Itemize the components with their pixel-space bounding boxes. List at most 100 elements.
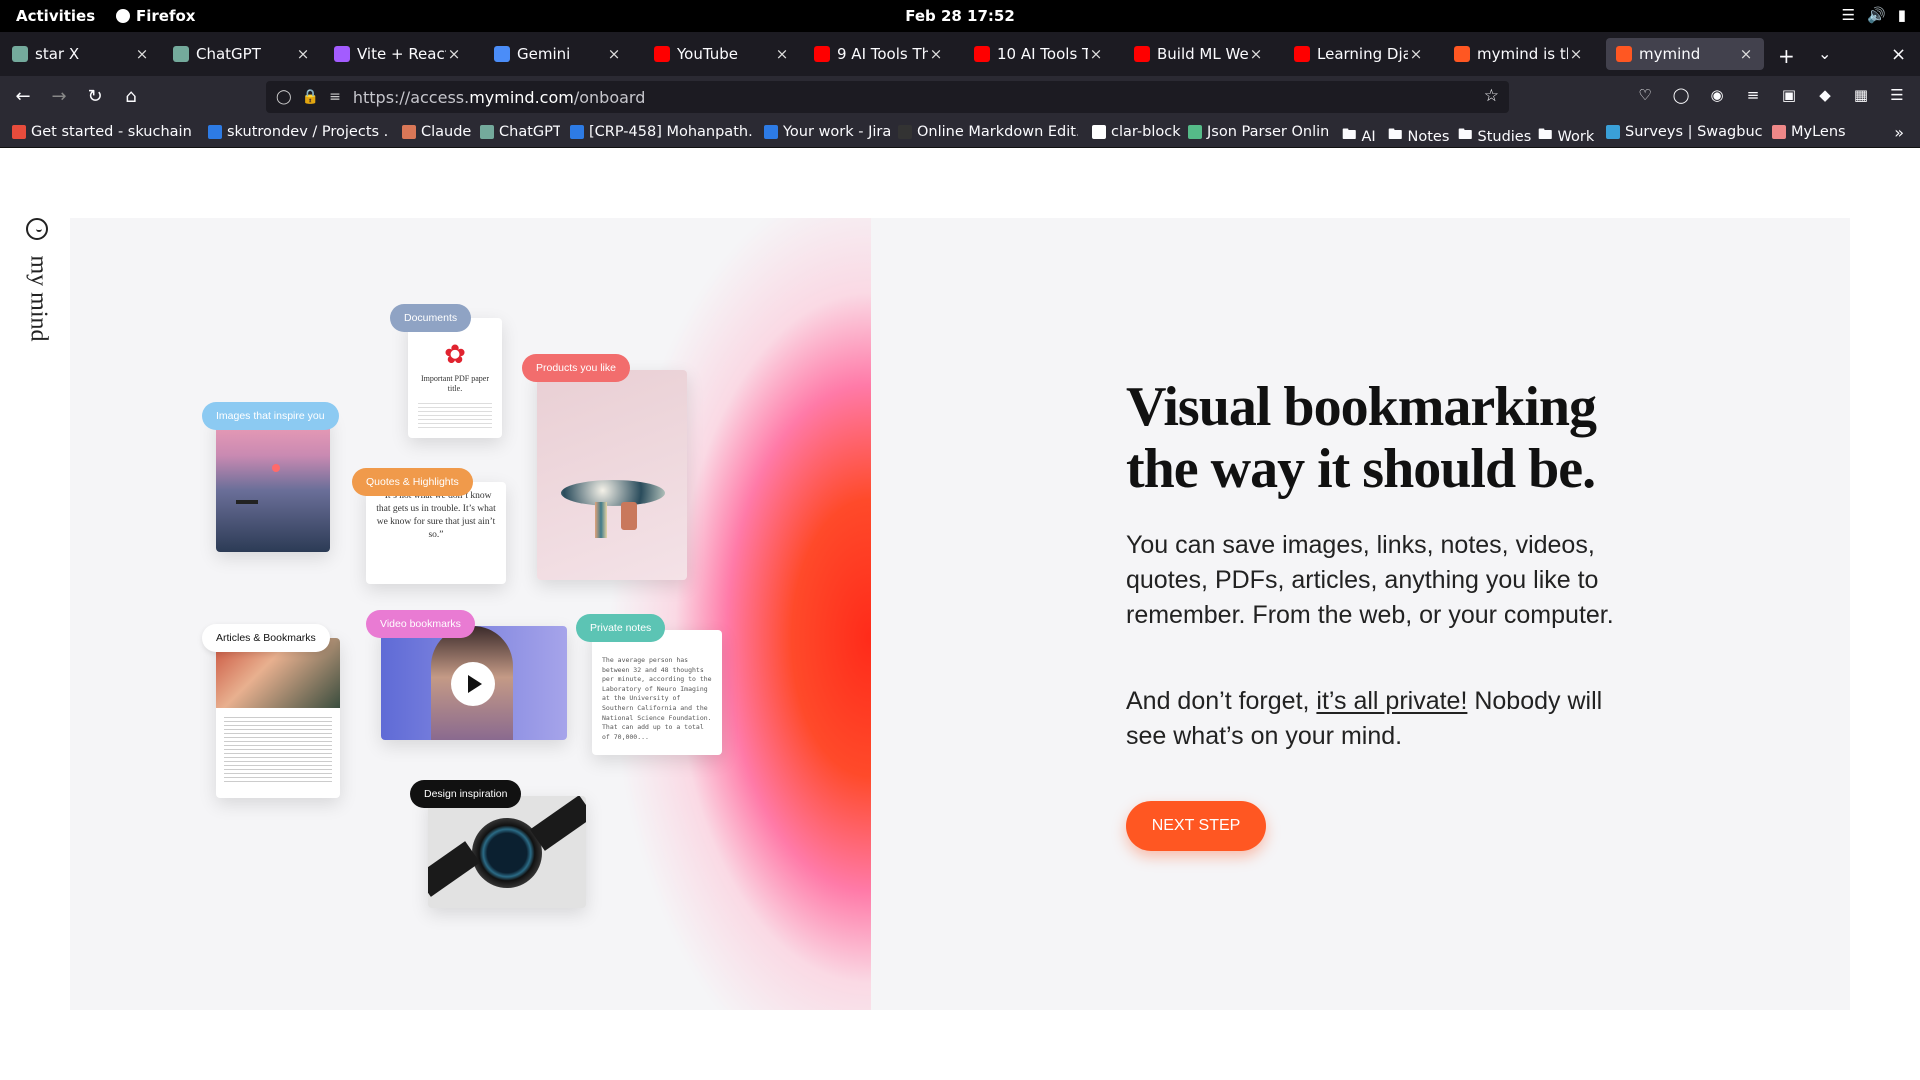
feature-illustration: ✿ Important PDF paper title. Documents P…	[70, 218, 871, 1010]
product-table-leg	[595, 502, 607, 538]
extension-icon[interactable]: ≡	[1742, 86, 1764, 104]
tab-close-icon[interactable]: ×	[295, 45, 311, 63]
bookmark-favicon-icon	[1188, 125, 1202, 139]
bookmark-favicon-icon	[1606, 125, 1620, 139]
tab-close-icon[interactable]: ×	[1088, 45, 1104, 63]
tab-favicon-icon	[1294, 46, 1310, 62]
tab-title: mymind	[1639, 45, 1701, 63]
url-prefix: https://access.	[352, 87, 470, 107]
new-tab-icon[interactable]: +	[1778, 44, 1795, 68]
tab-close-icon[interactable]: ×	[774, 45, 790, 63]
clock[interactable]: Feb 28 17:52	[0, 7, 1920, 25]
tab-close-icon[interactable]: ×	[446, 45, 462, 63]
tab-close-icon[interactable]: ×	[1568, 45, 1584, 63]
reload-icon[interactable]: ↻	[84, 86, 106, 107]
tab-close-icon[interactable]: ×	[134, 45, 150, 63]
tab[interactable]: mymind is the extension ×	[1444, 38, 1594, 70]
tab-close-icon[interactable]: ×	[1408, 45, 1424, 63]
system-tray[interactable]: ☰ 🔊 ▮	[1842, 6, 1906, 24]
lock-icon[interactable]: 🔒	[302, 89, 319, 105]
bookmark-item[interactable]: Online Markdown Edit...	[898, 124, 1078, 140]
bookmark-item[interactable]: [CRP-458] Mohanpath...	[570, 124, 752, 140]
tab-close-icon[interactable]: ×	[606, 45, 622, 63]
design-pill: Design inspiration	[410, 780, 522, 808]
shield-icon[interactable]: ◯	[276, 89, 292, 105]
images-pill: Images that inspire you	[202, 402, 339, 430]
more-bookmarks-icon[interactable]: »	[1894, 123, 1904, 142]
tab[interactable]: star X ×	[2, 38, 160, 70]
bookmark-favicon-icon	[1772, 125, 1786, 139]
tab[interactable]: Build ML Web App ×	[1124, 38, 1274, 70]
bookmark-folder[interactable]: 🖿 Work	[1538, 124, 1598, 149]
permissions-icon[interactable]: ≡	[329, 89, 341, 105]
bookmark-item[interactable]: Claude	[402, 124, 472, 140]
tab[interactable]: 9 AI Tools That Will ×	[804, 38, 954, 70]
bookmark-label: Claude	[421, 124, 472, 140]
tab[interactable]: Learning Django ×	[1284, 38, 1434, 70]
bookmark-label: Notes	[1407, 128, 1450, 145]
list-all-tabs-icon[interactable]: ⌄	[1818, 44, 1831, 63]
bookmark-item[interactable]: Json Parser Online	[1188, 124, 1328, 140]
tab[interactable]: Gemini ×	[484, 38, 632, 70]
bookmark-item[interactable]: clar-block	[1092, 124, 1186, 140]
tab-close-icon[interactable]: ×	[1248, 45, 1264, 63]
bookmark-folder[interactable]: 🖿 AI	[1342, 124, 1390, 149]
bookmark-item[interactable]: Your work - Jira	[764, 124, 890, 140]
forward-icon[interactable]: →	[48, 86, 70, 107]
bookmark-item[interactable]: Surveys | Swagbucks	[1606, 124, 1762, 140]
privacy-text-before: And don’t forget,	[1126, 687, 1317, 715]
next-step-button[interactable]: NEXT STEP	[1126, 801, 1266, 851]
tab[interactable]: Vite + React + TS ×	[324, 38, 472, 70]
window-close-icon[interactable]: ×	[1891, 44, 1906, 65]
bookmark-favicon-icon	[898, 125, 912, 139]
products-pill: Products you like	[522, 354, 630, 382]
wifi-icon: ☰	[1841, 6, 1856, 24]
account-icon[interactable]: ◯	[1670, 86, 1692, 104]
bookmark-star-icon[interactable]: ☆	[1484, 86, 1499, 106]
watch-strap	[529, 796, 586, 851]
privacy-link[interactable]: it’s all private!	[1316, 687, 1467, 715]
home-icon[interactable]: ⌂	[120, 86, 142, 107]
firefox-icon	[116, 9, 130, 23]
bookmark-item[interactable]: Get started - skuchain ...	[12, 124, 197, 140]
extension-badge-icon[interactable]: ◉	[1706, 86, 1728, 104]
tab[interactable]: ChatGPT ×	[163, 38, 321, 70]
article-text-lines	[224, 714, 332, 784]
tab[interactable]: YouTube ×	[644, 38, 800, 70]
bookmark-item[interactable]: MyLens	[1772, 124, 1848, 140]
bookmark-item[interactable]: skutrondev / Projects ...	[208, 124, 388, 140]
inspiration-image-card	[216, 414, 330, 552]
extension-k-icon[interactable]: ◆	[1814, 86, 1836, 104]
folder-icon: 🖿	[1342, 127, 1357, 143]
app-menu-icon[interactable]: ☰	[1886, 86, 1908, 104]
tab-close-icon[interactable]: ×	[1738, 45, 1754, 63]
document-lines	[418, 400, 492, 430]
tab-close-icon[interactable]: ×	[928, 45, 944, 63]
tab-favicon-icon	[654, 46, 670, 62]
bookmark-label: Work	[1557, 128, 1595, 145]
activities-button[interactable]: Activities	[16, 7, 95, 25]
url-host: mymind.com	[469, 87, 574, 107]
bookmark-folder[interactable]: 🖿 Studies	[1458, 124, 1534, 149]
boat-shape	[236, 500, 258, 504]
pocket-icon[interactable]: ♡	[1634, 86, 1656, 104]
app-menu[interactable]: Firefox	[116, 7, 195, 25]
bookmark-folder[interactable]: 🖿 Notes	[1388, 124, 1458, 149]
tab[interactable]: 10 AI Tools That Will ×	[964, 38, 1114, 70]
bookmark-favicon-icon	[402, 125, 416, 139]
privacy-paragraph: And don’t forget, it’s all private! Nobo…	[1126, 684, 1626, 754]
url-bar[interactable]: ◯ 🔒 ≡ https://access.mymind.com/onboard …	[266, 81, 1509, 113]
video-card	[381, 626, 567, 740]
tab-favicon-icon	[814, 46, 830, 62]
system-top-bar: Activities Firefox Feb 28 17:52 ☰ 🔊 ▮	[0, 0, 1920, 32]
extensions-puzzle-icon[interactable]: ▦	[1850, 86, 1872, 104]
tab-active[interactable]: mymind ×	[1606, 38, 1764, 70]
description-paragraph: You can save images, links, notes, video…	[1126, 531, 1614, 629]
extension-icon[interactable]: ▣	[1778, 86, 1800, 104]
back-icon[interactable]: ←	[12, 86, 34, 107]
bookmark-label: clar-block	[1111, 124, 1181, 140]
brand[interactable]: my mind	[26, 218, 52, 368]
url-text[interactable]: https://access.mymind.com/onboard	[353, 88, 646, 107]
bookmark-label: Get started - skuchain ...	[31, 124, 197, 140]
bookmark-item[interactable]: ChatGPT	[480, 124, 560, 140]
